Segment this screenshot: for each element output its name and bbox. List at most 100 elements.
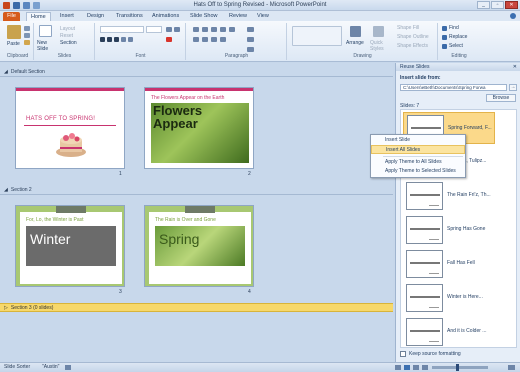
align-text-icon[interactable] [247,37,254,42]
format-painter-icon[interactable] [24,40,30,45]
list-item[interactable]: And it is Colder ... [403,316,495,347]
tab-animations[interactable]: Animations [148,12,183,21]
keep-source-formatting[interactable]: Keep source formatting [400,351,461,357]
expand-icon[interactable]: ▷ [4,304,8,312]
editing-label: Editing [451,53,467,59]
slide-sorter[interactable]: ◢ Default Section HATS OFF TO SPRING! 1 T… [0,63,393,362]
slide-subtitle: For, Lo, the Winter is Past [26,217,84,223]
undo-icon[interactable] [23,2,30,9]
numbering-icon[interactable] [202,27,208,32]
tab-transitions[interactable]: Transitions [112,12,147,21]
bold-icon[interactable] [100,37,105,42]
copy-icon[interactable] [24,33,30,38]
tab-home[interactable]: Home [26,12,51,21]
section-button[interactable]: Section [60,40,77,46]
replace-icon[interactable] [442,35,447,40]
slideshow-view-icon[interactable] [422,365,428,370]
font-color-icon[interactable] [166,37,172,42]
maximize-button[interactable]: ▫ [491,1,504,9]
redo-icon[interactable] [33,2,40,9]
new-slide-icon[interactable] [39,25,52,37]
section-header-default[interactable]: ◢ Default Section [0,68,393,76]
fit-to-window-icon[interactable] [508,365,515,370]
zoom-slider[interactable] [432,364,488,371]
help-icon[interactable] [510,13,516,19]
list-item[interactable]: Fall Has Fell [403,248,495,280]
browse-button[interactable]: Browse [486,94,516,102]
align-left-icon[interactable] [193,37,199,42]
tab-file[interactable]: File [3,12,20,21]
line-spacing-icon[interactable] [229,27,235,32]
find-button[interactable]: Find [449,25,459,31]
list-item[interactable]: Spring Has Gone [403,214,495,246]
close-button[interactable]: ✕ [505,1,518,9]
increase-indent-icon[interactable] [220,27,226,32]
shape-fill-button[interactable]: Shape Fill [397,25,419,31]
reading-view-icon[interactable] [413,365,419,370]
menu-item-insert-all-slides[interactable]: Insert All Slides [371,145,465,154]
arrange-button[interactable]: Arrange [346,40,364,46]
strikethrough-icon[interactable] [128,37,133,42]
cut-icon[interactable] [24,26,30,31]
close-icon[interactable]: ✕ [513,64,517,70]
new-slide-button[interactable]: New Slide [37,40,55,52]
slide-thumbnail-4[interactable]: The Rain is Over and Gone Spring [144,205,254,287]
slide-thumbnail-2[interactable]: The Flowers Appear on the Earth Flowers … [144,87,254,169]
justify-icon[interactable] [220,37,226,42]
section-header-3[interactable]: ▷ Section 3 (0 slides) [0,303,393,312]
normal-view-icon[interactable] [395,365,401,370]
shape-outline-button[interactable]: Shape Outline [397,34,429,40]
layout-button[interactable]: Layout [60,26,75,32]
shape-effects-button[interactable]: Shape Effects [397,43,428,49]
go-arrow-button[interactable]: → [509,84,517,91]
shrink-font-icon[interactable] [174,27,180,32]
align-right-icon[interactable] [211,37,217,42]
menu-item-insert-slide[interactable]: Insert Slide [371,136,465,145]
spelling-icon[interactable] [65,365,71,370]
underline-icon[interactable] [114,37,119,42]
file-path-input[interactable]: C:\Users\eBeth\Documents\Spring Forwa [400,84,507,91]
smartart-icon[interactable] [247,47,254,52]
quick-styles-button[interactable]: Quick Styles [370,40,388,52]
tab-design[interactable]: Design [83,12,108,21]
select-icon[interactable] [442,44,447,49]
text-direction-icon[interactable] [247,27,254,32]
decrease-indent-icon[interactable] [211,27,217,32]
list-item[interactable]: The Rain Fri'z, Th... [403,180,495,212]
arrange-icon[interactable] [350,26,361,37]
menu-item-apply-theme-all[interactable]: Apply Theme to All Slides [371,158,465,167]
select-button[interactable]: Select [449,43,463,49]
collapse-icon[interactable]: ◢ [4,68,8,76]
align-center-icon[interactable] [202,37,208,42]
save-icon[interactable] [13,2,20,9]
clipboard-label: Clipboard [6,53,29,59]
zoom-slider-thumb[interactable] [455,364,459,371]
tab-view[interactable]: View [253,12,273,21]
powerpoint-icon[interactable] [3,2,10,9]
reset-button[interactable]: Reset [60,33,73,39]
find-icon[interactable] [442,26,447,31]
slide-thumbnail-3[interactable]: For, Lo, the Winter is Past Winter [15,205,125,287]
minimize-button[interactable]: _ [477,1,490,9]
italic-icon[interactable] [107,37,112,42]
paste-icon[interactable] [7,25,21,39]
tab-review[interactable]: Review [225,12,251,21]
quick-styles-icon[interactable] [373,26,384,37]
tab-insert[interactable]: Insert [56,12,78,21]
tab-slide-show[interactable]: Slide Show [186,12,222,21]
slide-sorter-view-icon[interactable] [404,365,410,370]
paste-button[interactable]: Paste [7,41,20,47]
menu-item-apply-theme-selected[interactable]: Apply Theme to Selected Slides [371,167,465,176]
grow-font-icon[interactable] [166,27,172,32]
replace-button[interactable]: Replace [449,34,467,40]
font-name-field[interactable] [100,26,144,33]
section-header-2[interactable]: ◢ Section 2 [0,186,393,194]
collapse-icon[interactable]: ◢ [4,186,8,194]
keep-source-checkbox[interactable] [400,351,406,357]
slide-thumbnail-1[interactable]: HATS OFF TO SPRING! [15,87,125,169]
shapes-gallery[interactable] [292,26,342,46]
shadow-icon[interactable] [121,37,126,42]
font-size-field[interactable] [146,26,162,33]
list-item[interactable]: Winter is Here... [403,282,495,314]
bullets-icon[interactable] [193,27,199,32]
